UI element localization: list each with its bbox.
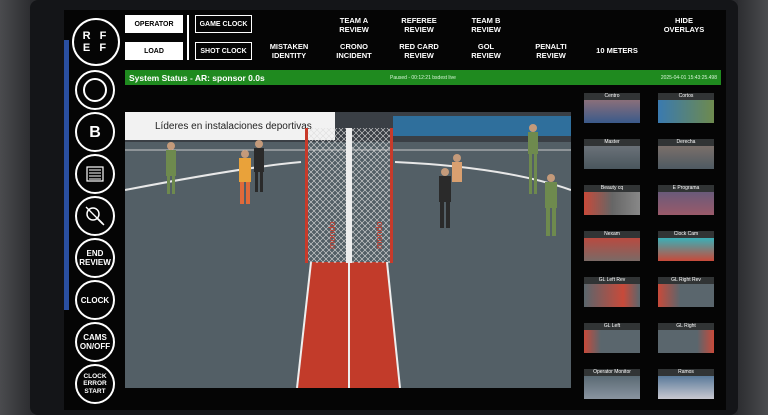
- rfef-logo-text: R F E F: [82, 30, 110, 54]
- cam-label: GL Left: [584, 323, 640, 330]
- clock-error-start-button[interactable]: CLOCK ERROR START: [75, 364, 115, 404]
- circle-icon: [83, 78, 107, 102]
- cam-label: Nexam: [584, 231, 640, 238]
- cam-label: Clock Cam: [658, 231, 714, 238]
- end-review-label: END REVIEW: [79, 249, 111, 267]
- cam-label: Master: [584, 139, 640, 146]
- team-b-review-button[interactable]: TEAM B REVIEW: [451, 16, 521, 34]
- cam-preview: [584, 376, 640, 399]
- cam-preview: [584, 238, 640, 261]
- cam-label: Derecha: [658, 139, 714, 146]
- cam-preview: [584, 100, 640, 123]
- penalti-review-button[interactable]: PENALTI REVIEW: [516, 42, 586, 60]
- cam-label: Operator Monitor: [584, 369, 640, 376]
- game-clock-label: GAME CLOCK: [199, 20, 248, 28]
- cam-label: Beauty cq: [584, 185, 640, 192]
- team-a-review-button[interactable]: TEAM A REVIEW: [319, 16, 389, 34]
- cams-onoff-button[interactable]: CAMS ON/OFF: [75, 322, 115, 362]
- divider: [187, 15, 189, 60]
- end-review-button[interactable]: END REVIEW: [75, 238, 115, 278]
- load-label: LOAD: [144, 47, 164, 55]
- cam-thumb[interactable]: Cortos: [658, 93, 714, 123]
- cam-thumb[interactable]: GL Left Rev: [584, 277, 640, 307]
- rfef-logo: R F E F: [72, 18, 120, 66]
- cam-preview: [584, 146, 640, 169]
- clock-error-start-label: CLOCK ERROR START: [83, 372, 107, 395]
- circle-button[interactable]: [75, 70, 115, 110]
- system-status-bar: System Status - AR: sponsor 0.0s Paused …: [125, 70, 721, 85]
- device-bezel-right: [738, 0, 768, 415]
- status-timestamp: 2025-04-01 15:43:25.498: [660, 74, 717, 81]
- status-playback: Paused - 00:12:21 bsdest live: [390, 74, 456, 81]
- no-zoom-button[interactable]: [75, 196, 115, 236]
- referee-review-button[interactable]: REFEREE REVIEW: [384, 16, 454, 34]
- shot-clock-button[interactable]: SHOT CLOCK: [195, 42, 252, 60]
- cam-thumb[interactable]: Master: [584, 139, 640, 169]
- cam-preview: [658, 284, 714, 307]
- crono-incident-button[interactable]: CRONO INCIDENT: [319, 42, 389, 60]
- cam-thumb[interactable]: Nexam: [584, 231, 640, 261]
- var-screen: R F E F B END REVIEW CLOCK CAMS ON/OFF C…: [64, 10, 726, 410]
- cam-label: GL Right: [658, 323, 714, 330]
- shot-clock-label: SHOT CLOCK: [200, 47, 247, 55]
- clock-label: CLOCK: [80, 295, 110, 305]
- ten-meters-button[interactable]: 10 METERS: [582, 46, 652, 55]
- load-button[interactable]: LOAD: [125, 42, 183, 60]
- cam-preview: [658, 146, 714, 169]
- cam-label: GL Right Rev: [658, 277, 714, 284]
- cam-thumb[interactable]: Ramos: [658, 369, 714, 399]
- red-card-review-button[interactable]: RED CARD REVIEW: [384, 42, 454, 60]
- cam-label: GL Left Rev: [584, 277, 640, 284]
- player-orange: [452, 154, 462, 182]
- cams-onoff-label: CAMS ON/OFF: [79, 333, 111, 351]
- cam-preview: [658, 192, 714, 215]
- status-title: System Status - AR: sponsor 0.0s: [129, 72, 265, 83]
- clock-button[interactable]: CLOCK: [75, 280, 115, 320]
- b-button[interactable]: B: [75, 112, 115, 152]
- cam-thumb[interactable]: Operator Monitor: [584, 369, 640, 399]
- futsal-court-frame: Líderes en instalaciones deportivas mond…: [125, 112, 571, 388]
- cam-label: Ramos: [658, 369, 714, 376]
- operator-label: OPERATOR: [134, 20, 174, 28]
- cam-label: Centro: [584, 93, 640, 100]
- mistaken-identity-button[interactable]: MISTAKEN IDENTITY: [254, 42, 324, 60]
- list-icon: [86, 166, 104, 182]
- cam-preview: [658, 376, 714, 399]
- cam-thumb[interactable]: GL Right Rev: [658, 277, 714, 307]
- cam-preview: [658, 100, 714, 123]
- cam-thumb[interactable]: Beauty cq: [584, 185, 640, 215]
- ad-banner-text: Líderes en instalaciones deportivas: [155, 121, 312, 132]
- cam-thumb[interactable]: Clock Cam: [658, 231, 714, 261]
- cam-thumb[interactable]: GL Left: [584, 323, 640, 353]
- goal-brand-left: mondo: [327, 221, 337, 249]
- cam-preview: [584, 330, 640, 353]
- cam-thumb[interactable]: GL Right: [658, 323, 714, 353]
- cam-preview: [658, 238, 714, 261]
- cam-preview: [658, 330, 714, 353]
- hide-overlays-button[interactable]: HIDE OVERLAYS: [649, 16, 719, 34]
- gol-review-button[interactable]: GOL REVIEW: [451, 42, 521, 60]
- cam-label: E Programa: [658, 185, 714, 192]
- cam-preview: [584, 284, 640, 307]
- accent-strip: [64, 40, 69, 310]
- main-video-feed[interactable]: Líderes en instalaciones deportivas mond…: [125, 112, 571, 388]
- goal-brand-right: mondo: [374, 221, 384, 249]
- zoom-off-icon: [85, 206, 105, 226]
- b-button-label: B: [89, 123, 101, 141]
- list-button[interactable]: [75, 154, 115, 194]
- cam-label: Cortos: [658, 93, 714, 100]
- operator-button[interactable]: OPERATOR: [125, 15, 183, 33]
- cam-thumb[interactable]: Derecha: [658, 139, 714, 169]
- cam-thumb[interactable]: E Programa: [658, 185, 714, 215]
- game-clock-button[interactable]: GAME CLOCK: [195, 15, 252, 33]
- device-bezel-left: [0, 0, 30, 415]
- cam-thumb[interactable]: Centro: [584, 93, 640, 123]
- cam-preview: [584, 192, 640, 215]
